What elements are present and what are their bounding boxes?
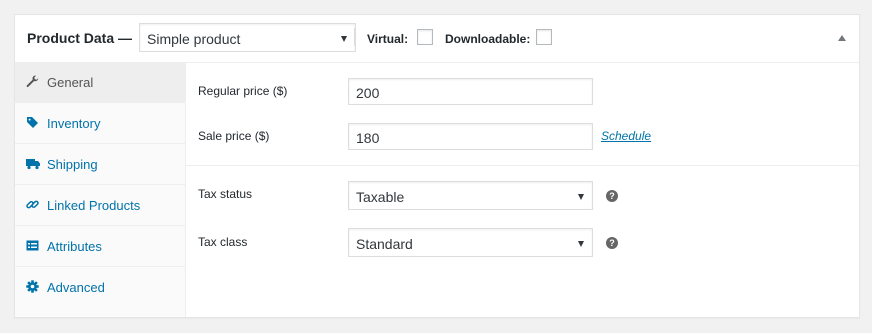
sale-price-value: 180 xyxy=(356,130,380,146)
wrench-icon xyxy=(26,75,39,88)
tab-label-attributes: Attributes xyxy=(47,239,102,254)
tax-status-label: Tax status xyxy=(198,187,253,201)
virtual-checkbox[interactable] xyxy=(417,29,433,45)
downloadable-label: Downloadable: xyxy=(445,32,531,46)
tab-general[interactable]: General xyxy=(15,62,185,103)
chevron-down-icon xyxy=(578,241,584,247)
tax-class-select[interactable]: Standard xyxy=(348,228,593,257)
tax-class-help-icon[interactable]: ? xyxy=(606,237,618,249)
pricing-group: Regular price ($) 200 Sale price ($) 180… xyxy=(185,62,859,166)
general-panel: Regular price ($) 200 Sale price ($) 180… xyxy=(185,62,859,317)
truck-icon xyxy=(26,157,40,170)
tab-label-advanced: Advanced xyxy=(47,280,105,295)
tab-label-shipping: Shipping xyxy=(47,157,98,172)
tab-advanced[interactable]: Advanced xyxy=(15,267,185,307)
sale-price-input[interactable]: 180 xyxy=(348,123,593,150)
tax-status-help-icon[interactable]: ? xyxy=(606,190,618,202)
metabox-title: Product Data — xyxy=(27,30,133,46)
tab-label-inventory: Inventory xyxy=(47,116,101,131)
tax-class-label: Tax class xyxy=(198,235,248,249)
product-data-tabs: General Inventory Shipping Linked Produc… xyxy=(15,62,186,317)
product-type-value: Simple product xyxy=(147,31,241,47)
link-icon xyxy=(26,198,39,211)
tax-status-value: Taxable xyxy=(356,189,405,205)
list-icon xyxy=(26,239,39,252)
tab-shipping[interactable]: Shipping xyxy=(15,144,185,185)
sale-price-label: Sale price ($) xyxy=(198,129,270,143)
collapse-toggle-icon[interactable] xyxy=(838,35,846,41)
tag-icon xyxy=(26,116,39,129)
virtual-label: Virtual: xyxy=(367,32,409,46)
metabox-header: Product Data — Simple product Virtual: D… xyxy=(15,15,859,63)
downloadable-checkbox[interactable] xyxy=(536,29,552,45)
header-divider xyxy=(354,28,355,46)
tab-attributes[interactable]: Attributes xyxy=(15,226,185,267)
regular-price-input[interactable]: 200 xyxy=(348,78,593,105)
tab-label-general: General xyxy=(47,75,94,90)
tax-status-select[interactable]: Taxable xyxy=(348,181,593,210)
tab-inventory[interactable]: Inventory xyxy=(15,103,185,144)
regular-price-value: 200 xyxy=(356,85,380,101)
regular-price-label: Regular price ($) xyxy=(198,84,288,98)
schedule-link[interactable]: Schedule xyxy=(601,129,651,143)
tax-class-value: Standard xyxy=(356,236,413,252)
gear-icon xyxy=(26,280,39,293)
chevron-down-icon xyxy=(578,194,584,200)
tab-label-linked-products: Linked Products xyxy=(47,198,141,213)
product-data-metabox: Product Data — Simple product Virtual: D… xyxy=(14,14,860,318)
tab-linked-products[interactable]: Linked Products xyxy=(15,185,185,226)
product-type-select[interactable]: Simple product xyxy=(139,23,356,52)
chevron-down-icon xyxy=(341,36,347,42)
